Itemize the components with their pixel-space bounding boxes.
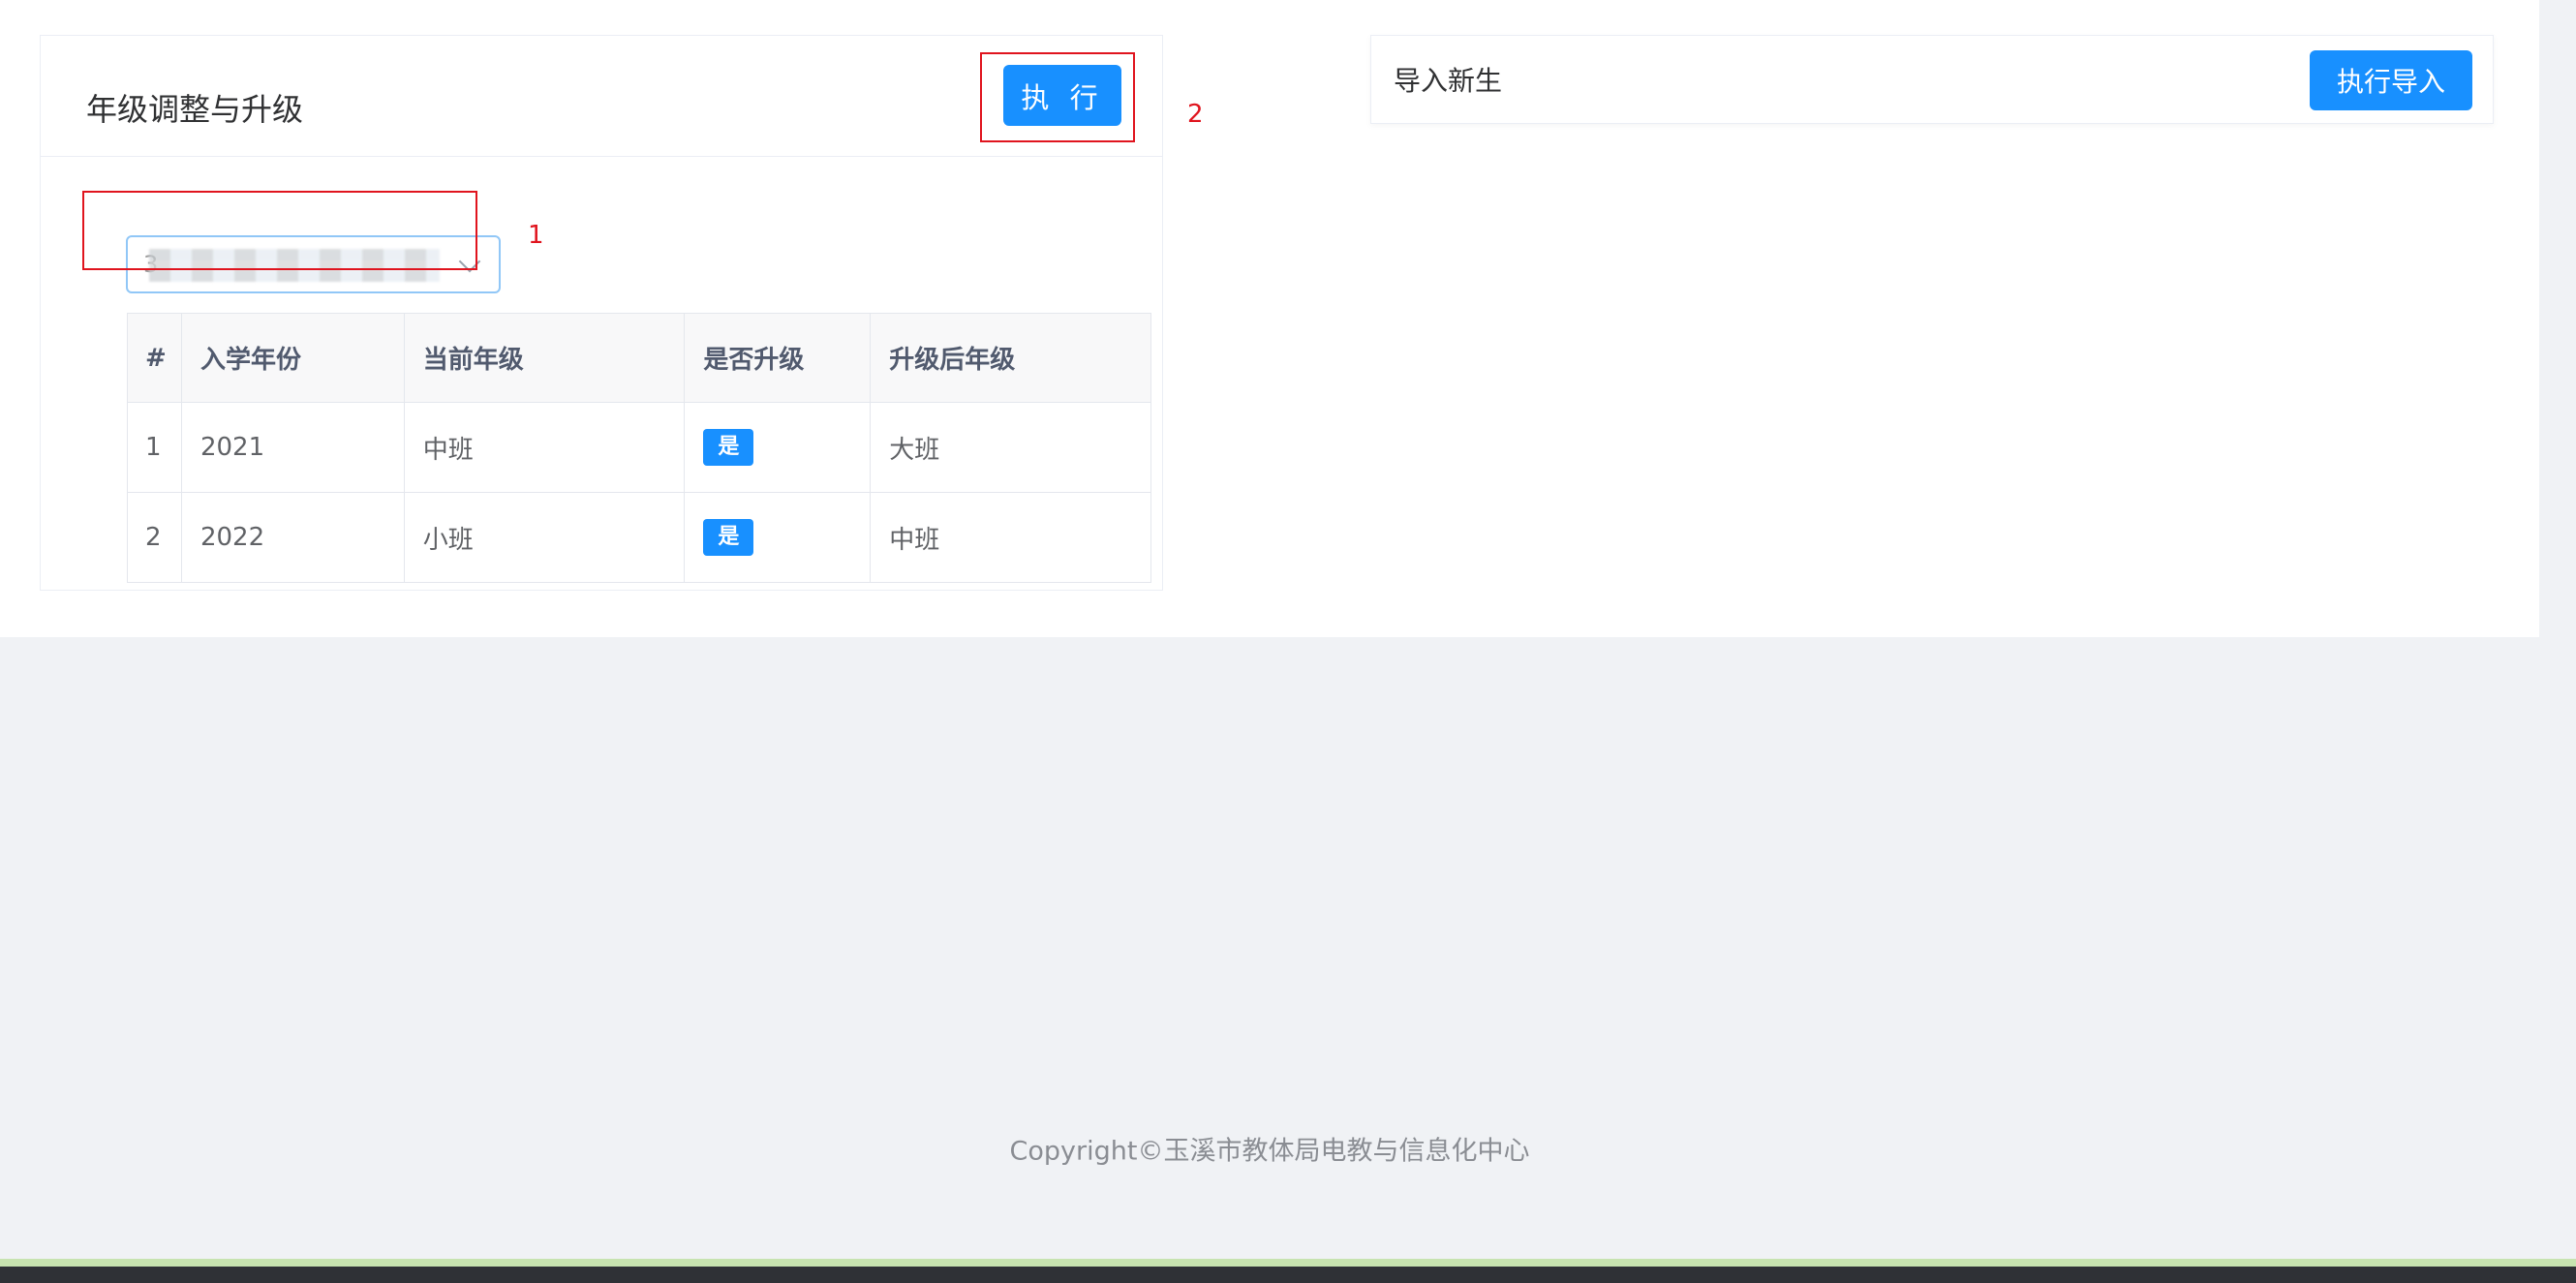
right-gutter [2539, 0, 2576, 1259]
table-header-row: # 入学年份 当前年级 是否升级 升级后年级 [127, 313, 1151, 403]
header-current-grade: 当前年级 [403, 313, 686, 403]
table-row: 1 2021 中班 是 大班 [127, 402, 1151, 493]
cell-index: 2 [127, 492, 182, 583]
annotation-box-2 [980, 52, 1135, 142]
card-title: 年级调整与升级 [86, 91, 304, 128]
footer-copyright: Copyright©玉溪市教体局电教与信息化中心 [1009, 1136, 1530, 1167]
upgrade-tag: 是 [703, 519, 754, 556]
bottom-accent-line [0, 1259, 2576, 1267]
cell-enroll-year: 2021 [180, 402, 405, 493]
cell-after-grade: 中班 [870, 492, 1151, 583]
header-index: # [127, 313, 182, 403]
execute-import-button[interactable]: 执行导入 [2310, 50, 2472, 110]
cell-enroll-year: 2022 [180, 492, 405, 583]
annotation-box-1 [82, 191, 477, 270]
viewport: 年级调整与升级 执 行 3 # 入学年份 当前年级 是否升级 升级后年级 [0, 0, 2576, 1283]
cell-after-grade: 大班 [870, 402, 1151, 493]
header-upgrade: 是否升级 [684, 313, 872, 403]
header-enroll-year: 入学年份 [180, 313, 405, 403]
cell-current-grade: 中班 [403, 402, 686, 493]
import-card: 导入新生 执行导入 [1370, 35, 2494, 124]
cell-upgrade: 是 [684, 492, 872, 583]
header-after-grade: 升级后年级 [870, 313, 1151, 403]
cell-current-grade: 小班 [403, 492, 686, 583]
annotation-label-1: 1 [528, 221, 544, 250]
import-title: 导入新生 [1394, 65, 1503, 97]
table-row: 2 2022 小班 是 中班 [127, 492, 1151, 583]
annotation-label-2: 2 [1187, 100, 1204, 129]
upgrade-tag: 是 [703, 429, 754, 466]
bottom-bar [0, 1259, 2576, 1283]
grade-table: # 入学年份 当前年级 是否升级 升级后年级 1 2021 中班 是 大班 2 … [127, 313, 1151, 583]
cell-upgrade: 是 [684, 402, 872, 493]
cell-index: 1 [127, 402, 182, 493]
content-area: 年级调整与升级 执 行 3 # 入学年份 当前年级 是否升级 升级后年级 [0, 0, 2539, 637]
